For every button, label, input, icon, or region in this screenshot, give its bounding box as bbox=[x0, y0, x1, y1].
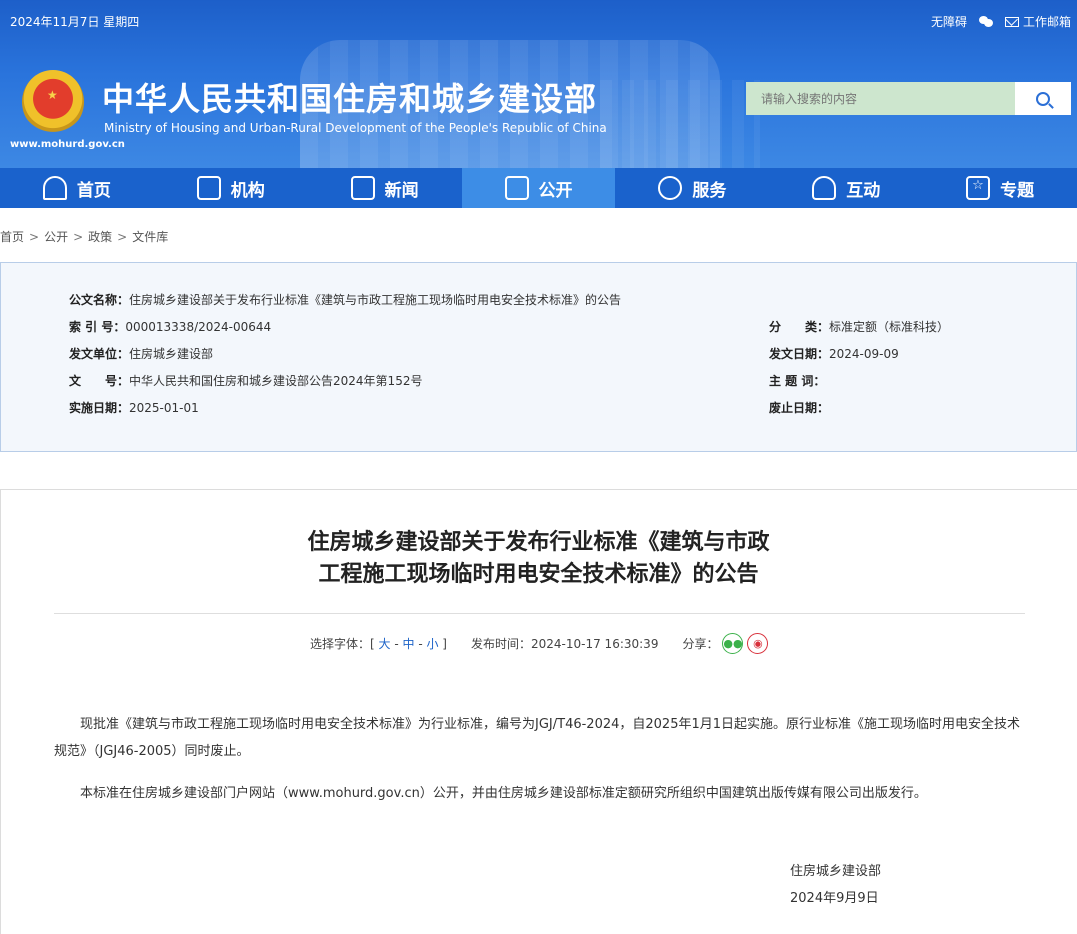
star-icon bbox=[966, 176, 991, 200]
font-small-link[interactable]: 小 bbox=[426, 637, 438, 651]
nav-service[interactable]: 服务 bbox=[615, 168, 769, 208]
meta-issue-date: 发文日期：2024-09-09 bbox=[769, 347, 899, 361]
nav-label: 专题 bbox=[1000, 180, 1035, 201]
service-icon bbox=[658, 176, 683, 200]
breadcrumb-disclosure[interactable]: 公开 bbox=[44, 230, 68, 244]
nav-label: 机构 bbox=[230, 180, 265, 201]
interact-icon bbox=[812, 176, 837, 200]
ministry-name-cn[interactable]: 中华人民共和国住房和城乡建设部 bbox=[102, 74, 597, 120]
article-toolbar: 选择字体：[ 大 - 中 - 小 ] 发布时间：2024-10-17 16:30… bbox=[310, 633, 769, 654]
nav-home[interactable]: 首页 bbox=[0, 168, 154, 208]
disclosure-icon bbox=[504, 176, 529, 200]
nav-label: 新闻 bbox=[384, 180, 419, 201]
wechat-link[interactable] bbox=[978, 16, 993, 27]
current-date: 2024年11月7日 星期四 bbox=[10, 15, 140, 29]
nav-label: 首页 bbox=[76, 180, 111, 201]
article-paragraph-1: 现批准《建筑与市政工程施工现场临时用电安全技术标准》为行业标准，编号为JGJ/T… bbox=[54, 717, 1021, 759]
breadcrumb-home[interactable]: 首页 bbox=[0, 230, 24, 244]
search-icon bbox=[1036, 91, 1050, 106]
breadcrumb: 首页 > 公开 > 政策 > 文件库 bbox=[0, 230, 169, 244]
home-icon bbox=[42, 176, 67, 200]
signature-date: 2024年9月9日 bbox=[790, 891, 879, 906]
mail-icon bbox=[1004, 16, 1019, 27]
accessibility-link[interactable]: 无障碍 bbox=[931, 13, 967, 30]
search-bar bbox=[746, 82, 1071, 115]
font-size-selector: 选择字体：[ 大 - 中 - 小 ] bbox=[310, 637, 447, 651]
nav-interact[interactable]: 互动 bbox=[769, 168, 923, 208]
search-button[interactable] bbox=[1015, 82, 1071, 115]
site-url: www.mohurd.gov.cn bbox=[10, 139, 125, 150]
building-icon bbox=[196, 176, 221, 200]
news-icon bbox=[350, 176, 375, 200]
nav-disclosure[interactable]: 公开 bbox=[461, 168, 616, 208]
meta-category: 分 类：标准定额（标准科技） bbox=[769, 320, 950, 334]
meta-index: 索 引 号：000013338/2024-00644 bbox=[69, 320, 272, 334]
nav-organization[interactable]: 机构 bbox=[154, 168, 308, 208]
breadcrumb-library[interactable]: 文件库 bbox=[132, 230, 168, 244]
weibo-share-icon[interactable]: ◉ bbox=[747, 633, 769, 654]
nav-label: 公开 bbox=[538, 180, 573, 201]
search-input[interactable] bbox=[746, 82, 1015, 115]
header-building-background-right bbox=[600, 80, 760, 168]
work-mail-label: 工作邮箱 bbox=[1022, 15, 1071, 29]
ministry-name-en: Ministry of Housing and Urban-Rural Deve… bbox=[104, 121, 607, 135]
nav-label: 服务 bbox=[692, 180, 727, 201]
wechat-icon bbox=[978, 16, 993, 27]
wechat-share-icon[interactable]: ●● bbox=[722, 633, 744, 654]
breadcrumb-policy[interactable]: 政策 bbox=[88, 230, 112, 244]
title-divider bbox=[54, 613, 1025, 614]
share-label: 分享： bbox=[682, 637, 719, 651]
publish-time: 发布时间：2024-10-17 16:30:39 bbox=[470, 637, 659, 651]
article-title-line1: 住房城乡建设部关于发布行业标准《建筑与市政 bbox=[307, 530, 770, 555]
meta-doc-number: 文 号：中华人民共和国住房和城乡建设部公告2024年第152号 bbox=[69, 374, 423, 388]
meta-issuer: 发文单位：住房城乡建设部 bbox=[69, 347, 214, 361]
site-header: 2024年11月7日 星期四 无障碍 工作邮箱 ★ www.mohurd.gov… bbox=[0, 0, 1077, 168]
meta-doc-name: 公文名称：住房城乡建设部关于发布行业标准《建筑与市政工程施工现场临时用电安全技术… bbox=[69, 293, 622, 307]
article-title: 住房城乡建设部关于发布行业标准《建筑与市政 工程施工现场临时用电安全技术标准》的… bbox=[0, 527, 1077, 591]
meta-keywords: 主 题 词： bbox=[769, 374, 826, 388]
top-links: 无障碍 工作邮箱 bbox=[931, 13, 1071, 30]
font-large-link[interactable]: 大 bbox=[379, 637, 391, 651]
document-metadata: 公文名称：住房城乡建设部关于发布行业标准《建筑与市政工程施工现场临时用电安全技术… bbox=[0, 262, 1077, 452]
nav-news[interactable]: 新闻 bbox=[308, 168, 462, 208]
nav-topics[interactable]: 专题 bbox=[923, 168, 1077, 208]
font-medium-link[interactable]: 中 bbox=[402, 637, 414, 651]
national-emblem-icon[interactable]: ★ bbox=[22, 70, 84, 134]
article-title-line2: 工程施工现场临时用电安全技术标准》的公告 bbox=[318, 562, 759, 587]
signature-org: 住房城乡建设部 bbox=[790, 864, 882, 879]
nav-label: 互动 bbox=[846, 180, 881, 201]
meta-repeal-date: 废止日期： bbox=[769, 401, 830, 415]
work-mail-link[interactable]: 工作邮箱 bbox=[1004, 13, 1071, 30]
meta-effective-date: 实施日期：2025-01-01 bbox=[69, 401, 199, 415]
main-nav: 首页 机构 新闻 公开 服务 互动 专题 bbox=[0, 168, 1077, 208]
article-paragraph-2: 本标准在住房城乡建设部门户网站（www.mohurd.gov.cn）公开，并由住… bbox=[80, 786, 927, 801]
